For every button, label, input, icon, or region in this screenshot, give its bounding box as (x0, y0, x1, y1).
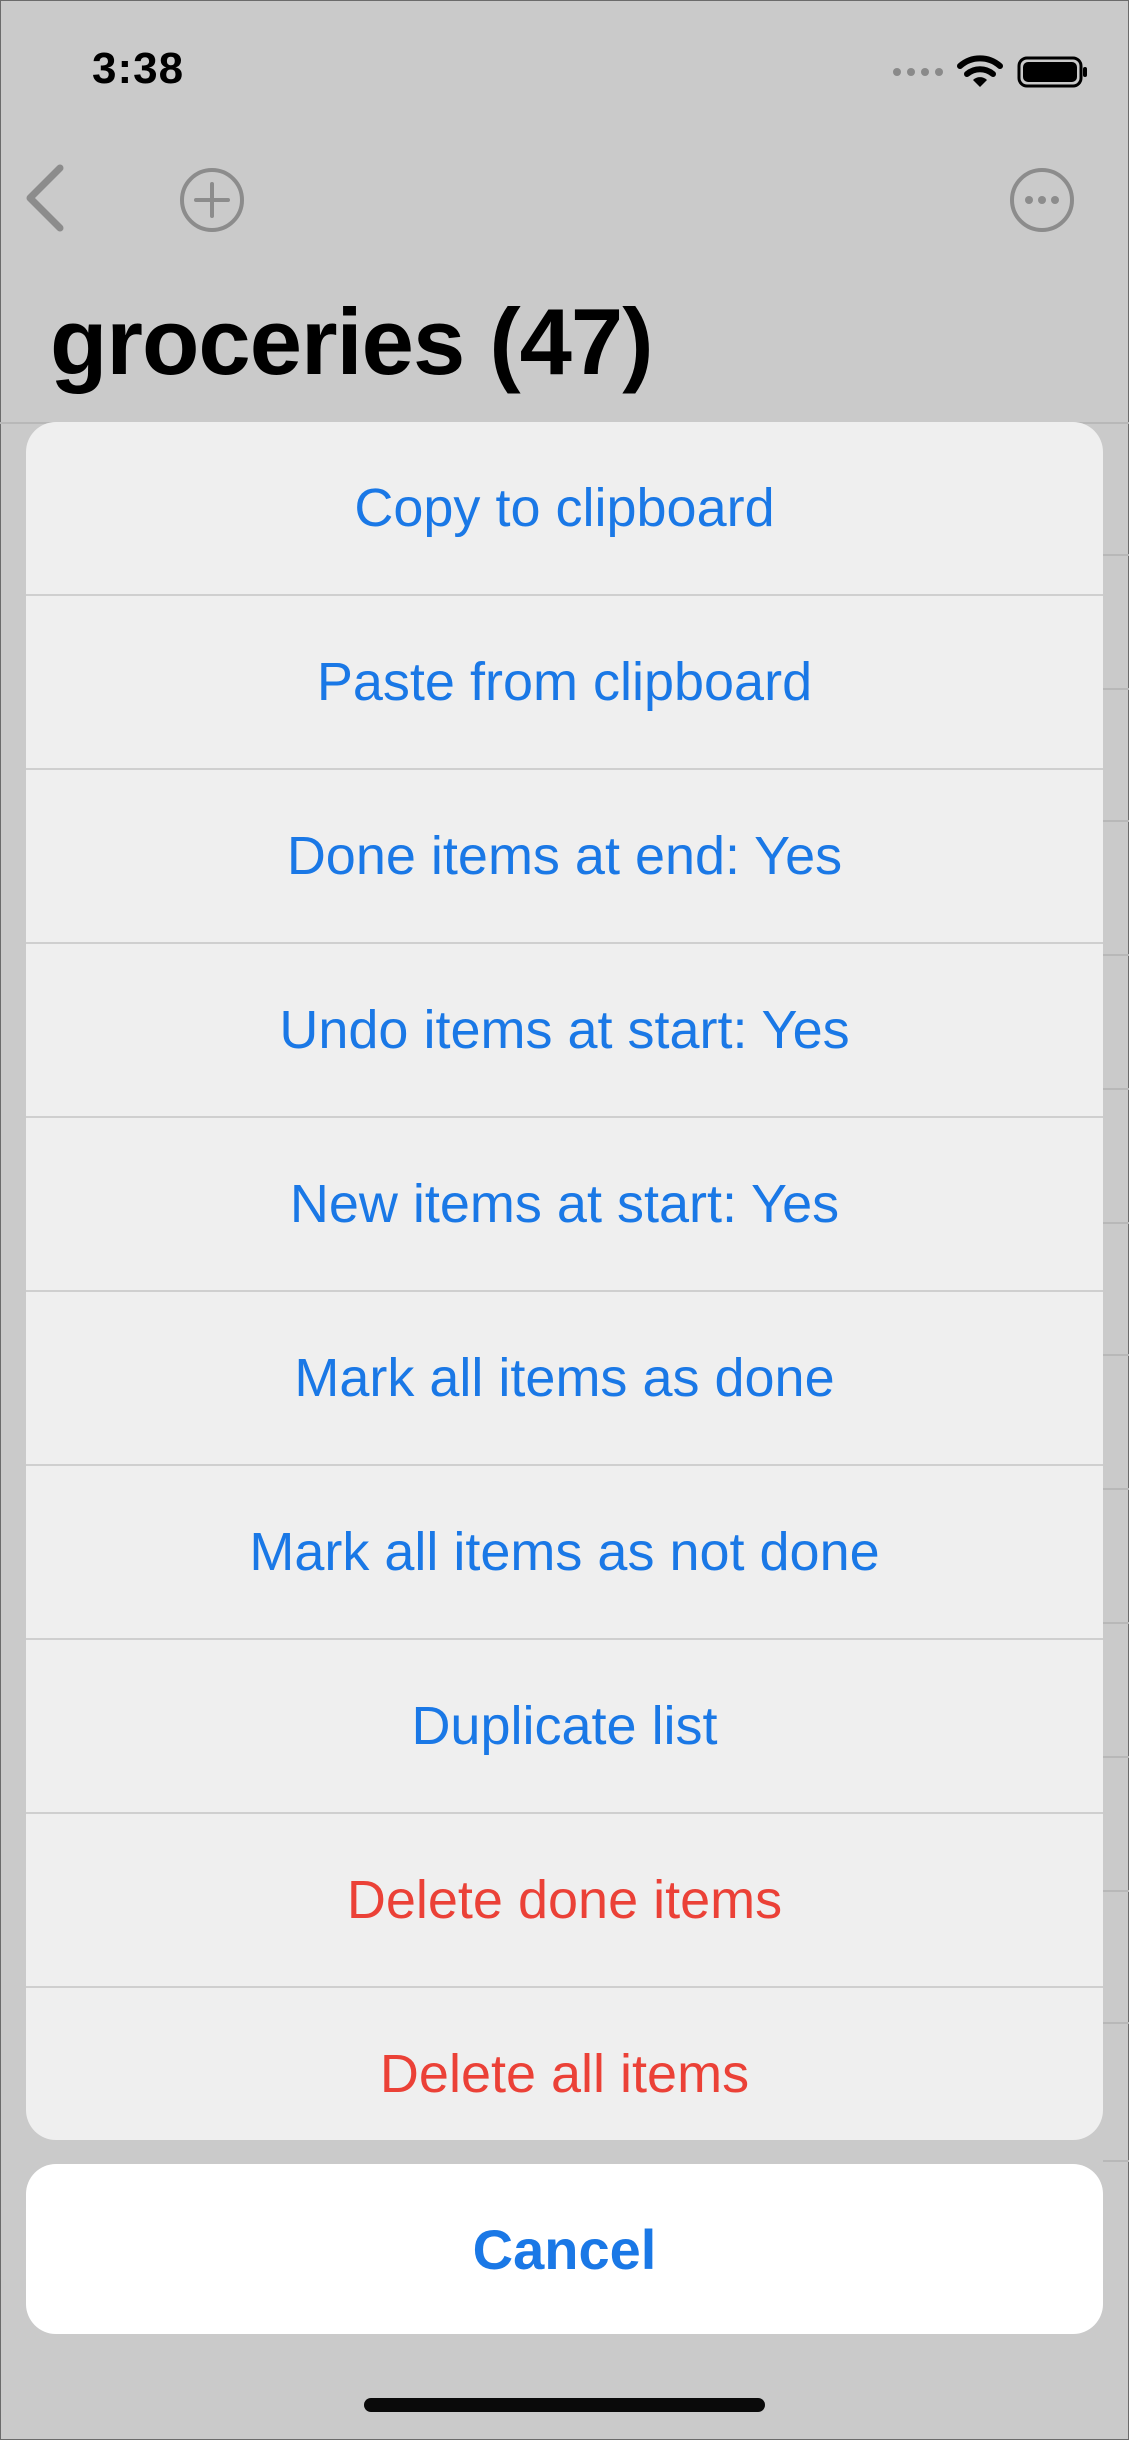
signal-dots-icon (893, 68, 943, 76)
paste-from-clipboard-button[interactable]: Paste from clipboard (26, 596, 1103, 770)
list-separator (1103, 1222, 1129, 1224)
list-separator (1103, 1088, 1129, 1090)
list-separator (1103, 1488, 1129, 1490)
list-separator (1103, 954, 1129, 956)
list-separator (1103, 1890, 1129, 1892)
list-separator (1103, 554, 1129, 556)
page-title: groceries (47) (50, 289, 654, 394)
plus-circle-icon (180, 168, 244, 232)
delete-done-items-button[interactable]: Delete done items (26, 1814, 1103, 1988)
battery-icon (1017, 56, 1087, 88)
status-time: 3:38 (92, 44, 185, 93)
copy-to-clipboard-button[interactable]: Copy to clipboard (26, 422, 1103, 596)
more-options-button[interactable] (1008, 166, 1076, 239)
list-separator (1103, 820, 1129, 822)
list-separator (1103, 1756, 1129, 1758)
wifi-icon (957, 55, 1003, 87)
add-item-button[interactable] (178, 166, 246, 239)
list-separator (1103, 1622, 1129, 1624)
undo-items-at-start-toggle[interactable]: Undo items at start: Yes (26, 944, 1103, 1118)
list-separator (1103, 1354, 1129, 1356)
delete-all-items-button[interactable]: Delete all items (26, 1988, 1103, 2140)
done-items-at-end-toggle[interactable]: Done items at end: Yes (26, 770, 1103, 944)
list-separator (1103, 2022, 1129, 2024)
mark-all-done-button[interactable]: Mark all items as done (26, 1292, 1103, 1466)
back-button[interactable] (20, 162, 70, 239)
status-icons (893, 52, 1089, 92)
duplicate-list-button[interactable]: Duplicate list (26, 1640, 1103, 1814)
home-indicator[interactable] (364, 2398, 765, 2412)
list-separator (1103, 2160, 1129, 2162)
cancel-button[interactable]: Cancel (26, 2164, 1103, 2334)
ellipsis-circle-icon (1010, 168, 1074, 232)
new-items-at-start-toggle[interactable]: New items at start: Yes (26, 1118, 1103, 1292)
mark-all-not-done-button[interactable]: Mark all items as not done (26, 1466, 1103, 1640)
action-sheet: Copy to clipboard Paste from clipboard D… (26, 422, 1103, 2140)
list-separator (1103, 688, 1129, 690)
chevron-left-icon (26, 164, 64, 232)
